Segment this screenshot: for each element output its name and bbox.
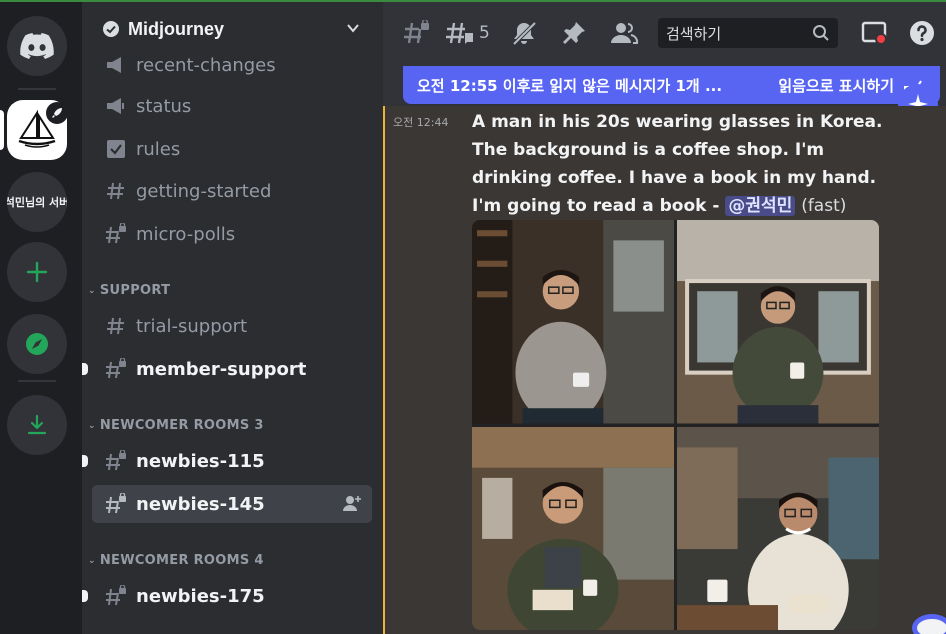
search-icon <box>813 25 829 41</box>
hashtag-lock-icon <box>104 449 128 473</box>
megaphone-icon <box>104 94 128 118</box>
notification-settings-button[interactable] <box>511 20 537 46</box>
channel-micro-polls[interactable]: micro-polls <box>92 215 372 253</box>
category-newcomer-rooms-3[interactable]: ⌄ NEWCOMER ROOMS 3 <box>88 418 264 433</box>
rail-separator <box>18 380 56 382</box>
megaphone-icon <box>104 53 128 77</box>
search-placeholder: 검색하기 <box>666 24 722 43</box>
channel-status[interactable]: status <box>92 87 372 125</box>
hashtag-lock-icon <box>104 584 128 608</box>
download-icon <box>27 414 47 435</box>
category-label: NEWCOMER ROOMS 3 <box>99 418 264 433</box>
invite-member-icon[interactable] <box>342 494 362 517</box>
explore-servers-button[interactable] <box>7 314 67 374</box>
message-timestamp: 오전 12:44 <box>393 116 449 129</box>
generated-image-3[interactable] <box>472 426 674 630</box>
channel-label: newbies-115 <box>136 450 265 472</box>
floating-app-badge[interactable] <box>912 614 946 634</box>
channel-getting-started[interactable]: getting-started <box>92 172 372 210</box>
guild-name: Midjourney <box>128 18 225 39</box>
category-label: NEWCOMER ROOMS 4 <box>99 553 264 568</box>
mention-highlight-bar <box>383 106 385 634</box>
unread-indicator <box>82 590 88 602</box>
server-name-text: 석민님의 서버 <box>7 196 67 209</box>
channel-newbies-115[interactable]: newbies-115 <box>82 442 372 480</box>
server-rail: 석민님의 서버 <box>0 2 82 634</box>
channel-label: micro-polls <box>136 223 236 245</box>
category-chevron-icon: ⌄ <box>88 555 96 566</box>
rocket-icon <box>52 108 62 118</box>
new-messages-text: 오전 12:55 이후로 읽지 않은 메시지가 1개 ... <box>417 76 723 95</box>
channel-newbies-175[interactable]: newbies-175 <box>82 577 372 615</box>
channel-rules[interactable]: rules <box>92 130 372 168</box>
category-support[interactable]: ⌄ SUPPORT <box>88 283 170 298</box>
category-label: SUPPORT <box>99 283 171 298</box>
verified-badge-icon <box>103 21 119 37</box>
hashtag-lock-icon <box>104 492 128 516</box>
channel-label: getting-started <box>136 180 272 202</box>
help-button[interactable] <box>909 20 935 46</box>
user-mention[interactable]: @권석민 <box>725 196 796 216</box>
channel-toolbar: 5 검색하기 <box>383 2 946 64</box>
image-grid[interactable] <box>472 220 879 630</box>
channel-sidebar: Midjourney recent-changes status rules g… <box>82 2 383 634</box>
chevron-down-icon[interactable] <box>345 20 361 36</box>
bell-muted-icon <box>512 21 537 46</box>
add-server-button[interactable] <box>7 242 67 302</box>
rules-checkbox-icon <box>104 137 128 161</box>
boost-badge <box>46 102 68 124</box>
channel-label: status <box>136 95 192 117</box>
thread-count: 5 <box>479 23 490 43</box>
category-chevron-icon: ⌄ <box>88 420 96 431</box>
channel-label: recent-changes <box>136 54 276 76</box>
hashtag-icon <box>104 179 128 203</box>
hashtag-lock-icon <box>104 222 128 246</box>
category-newcomer-rooms-4[interactable]: ⌄ NEWCOMER ROOMS 4 <box>88 553 264 568</box>
generated-image-4[interactable] <box>677 426 879 630</box>
threads-icon <box>446 22 473 44</box>
members-icon <box>611 23 639 44</box>
message-content: A man in his 20s wearing glasses in Kore… <box>472 108 892 220</box>
new-messages-bar[interactable]: 오전 12:55 이후로 읽지 않은 메시지가 1개 ... 읽음으로 표시하기 <box>403 66 940 104</box>
channel-label: trial-support <box>136 315 248 337</box>
threads-button[interactable]: 5 <box>445 20 490 46</box>
channel-member-support[interactable]: member-support <box>82 350 372 388</box>
category-chevron-icon: ⌄ <box>88 285 96 296</box>
discord-home-button[interactable] <box>7 16 67 76</box>
pin-icon <box>563 22 585 44</box>
channel-label: member-support <box>136 358 307 380</box>
guild-header[interactable]: Midjourney <box>82 2 383 56</box>
inbox-button[interactable] <box>861 20 889 46</box>
pinned-messages-button[interactable] <box>561 20 587 46</box>
download-apps-button[interactable] <box>7 395 67 455</box>
selected-server-pill <box>0 110 4 150</box>
channel-trial-support[interactable]: trial-support <box>92 307 372 345</box>
channel-newbies-145[interactable]: newbies-145 <box>92 485 372 523</box>
help-icon <box>910 21 934 45</box>
hashtag-icon <box>104 314 128 338</box>
plus-icon <box>26 261 48 283</box>
chat-main: 5 검색하기 오전 12:55 이후로 읽지 않은 메시지가 1개 ... 읽음… <box>383 2 946 634</box>
member-list-button[interactable] <box>609 20 639 46</box>
search-input[interactable]: 검색하기 <box>658 18 838 48</box>
generated-image-1[interactable] <box>472 220 674 424</box>
channel-label: rules <box>136 138 181 160</box>
compass-icon <box>26 333 48 355</box>
generated-image-2[interactable] <box>677 220 879 424</box>
channel-hash-icon <box>403 20 431 46</box>
mark-as-read-label: 읽음으로 표시하기 <box>778 77 894 95</box>
rail-separator <box>18 88 56 90</box>
hashtag-lock-icon <box>104 357 128 381</box>
discord-logo-icon <box>20 33 54 59</box>
highlighted-message[interactable]: 오전 12:44 A man in his 20s wearing glasse… <box>383 106 946 634</box>
inbox-icon <box>861 21 887 45</box>
generation-mode: (fast) <box>801 196 847 216</box>
channel-label: newbies-175 <box>136 585 265 607</box>
server-my-server[interactable]: 석민님의 서버 <box>7 172 67 232</box>
unread-indicator <box>82 455 88 467</box>
channel-label: newbies-145 <box>136 493 265 515</box>
unread-indicator <box>82 363 88 375</box>
